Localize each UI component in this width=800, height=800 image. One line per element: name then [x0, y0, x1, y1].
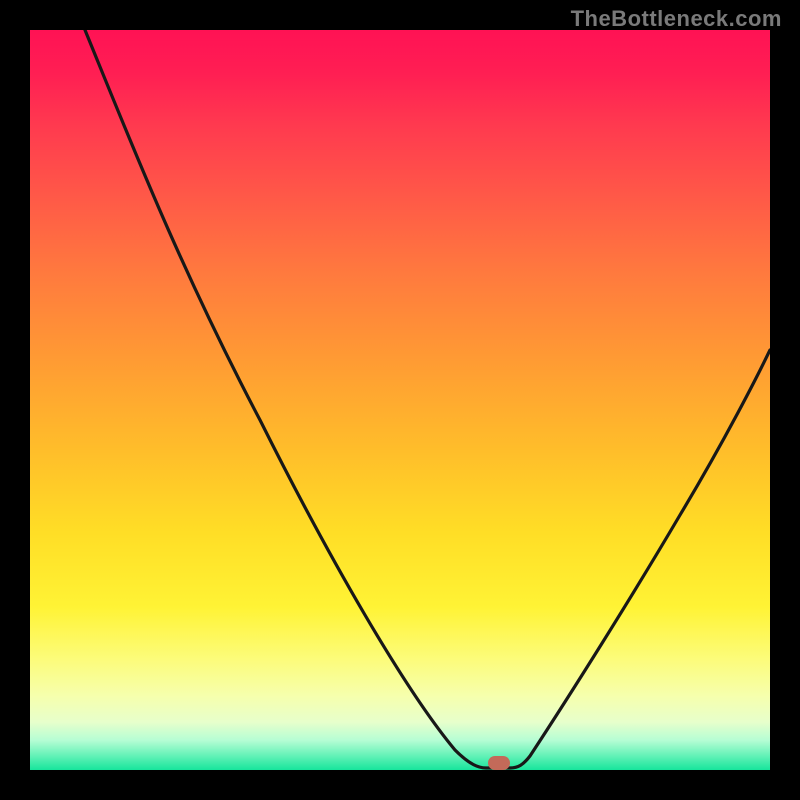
- watermark-text: TheBottleneck.com: [571, 6, 782, 32]
- bottleneck-curve-svg: [30, 30, 770, 770]
- optimum-marker: [488, 756, 510, 770]
- plot-area: [30, 30, 770, 770]
- chart-container: TheBottleneck.com: [0, 0, 800, 800]
- bottleneck-mismatch-curve: [85, 30, 770, 768]
